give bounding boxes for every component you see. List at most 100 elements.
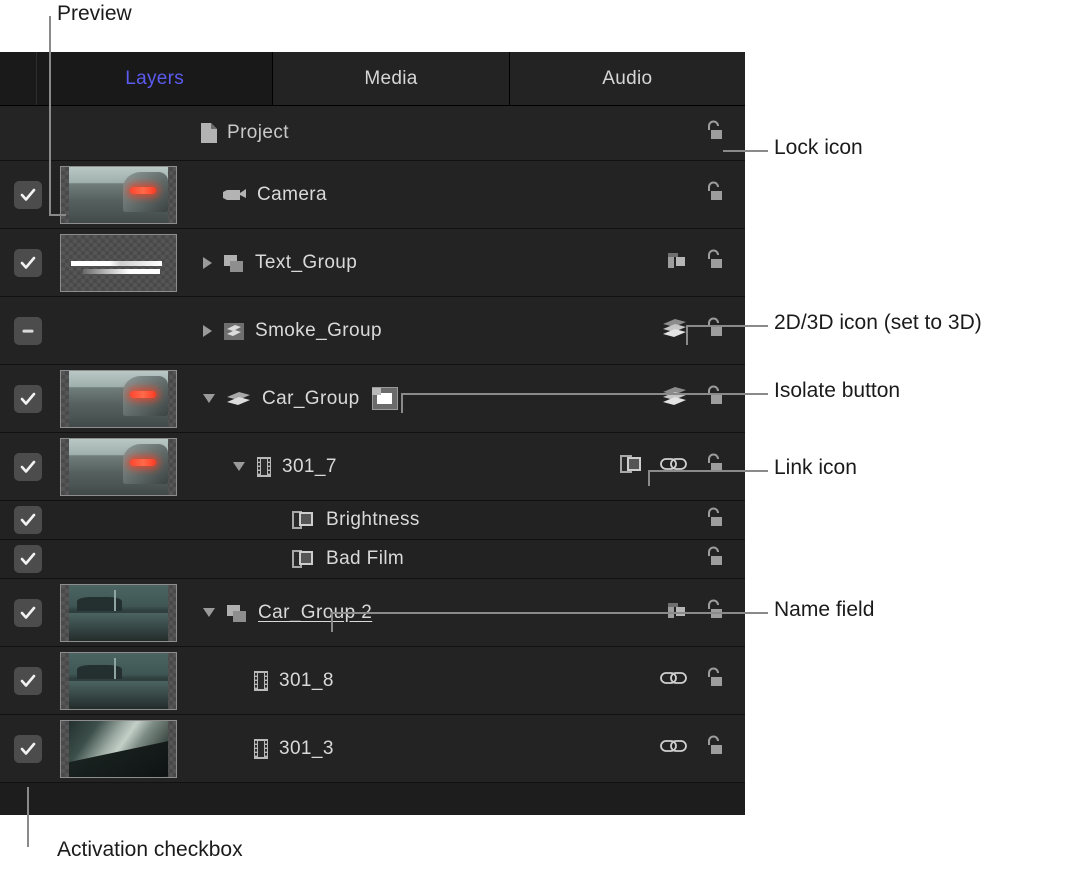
row-icons bbox=[607, 735, 745, 762]
activation-checkbox[interactable] bbox=[14, 385, 42, 413]
disclosure-triangle-expanded[interactable] bbox=[233, 462, 245, 471]
annotation-leader-isolate-h bbox=[401, 393, 768, 395]
tab-audio-label: Audio bbox=[602, 68, 652, 90]
group-3d-icon bbox=[222, 320, 246, 342]
activation-checkbox[interactable] bbox=[14, 181, 42, 209]
preview-cell bbox=[56, 234, 181, 292]
layer-preview-thumbnail[interactable] bbox=[60, 166, 177, 224]
annotation-label-activation: Activation checkbox bbox=[57, 838, 243, 862]
unlock-icon[interactable] bbox=[703, 317, 727, 344]
layer-row-301-3[interactable]: 301_3 bbox=[0, 715, 745, 783]
checkbox-cell bbox=[0, 317, 56, 345]
layer-row-brightness[interactable]: Brightness bbox=[0, 501, 745, 540]
filter-stack-icon[interactable] bbox=[619, 452, 645, 481]
filmstrip-icon bbox=[252, 670, 270, 692]
layer-row-project[interactable]: Project bbox=[0, 106, 745, 161]
layer-preview-thumbnail[interactable] bbox=[60, 438, 177, 496]
layer-name[interactable]: Car_Group bbox=[262, 388, 360, 410]
3d-icon[interactable] bbox=[661, 385, 689, 412]
row-icons bbox=[607, 120, 745, 147]
3d-icon[interactable] bbox=[661, 317, 689, 344]
layers-panel: Layers Media Audio Project bbox=[0, 52, 745, 815]
checkbox-cell bbox=[0, 506, 56, 534]
activation-checkbox[interactable] bbox=[14, 545, 42, 573]
link-icon[interactable] bbox=[659, 455, 689, 478]
layer-row-smoke-group[interactable]: Smoke_Group bbox=[0, 297, 745, 365]
disclosure-triangle-expanded[interactable] bbox=[203, 608, 215, 617]
layer-name[interactable]: Smoke_Group bbox=[255, 320, 382, 342]
preview-cell bbox=[56, 584, 181, 642]
layer-preview-thumbnail[interactable] bbox=[60, 584, 177, 642]
name-cell: Bad Film bbox=[181, 547, 607, 571]
disclosure-triangle-expanded[interactable] bbox=[203, 394, 215, 403]
checkbox-cell bbox=[0, 735, 56, 763]
annotation-leader-lock bbox=[723, 150, 768, 152]
layer-preview-thumbnail[interactable] bbox=[60, 370, 177, 428]
row-icons bbox=[607, 317, 745, 344]
disclosure-triangle-collapsed[interactable] bbox=[203, 325, 212, 337]
isolate-button[interactable] bbox=[372, 387, 398, 410]
activation-checkbox[interactable] bbox=[14, 453, 42, 481]
layer-name[interactable]: 301_7 bbox=[282, 456, 337, 478]
layer-preview-thumbnail[interactable] bbox=[60, 234, 177, 292]
checkbox-cell bbox=[0, 181, 56, 209]
link-icon[interactable] bbox=[659, 669, 689, 692]
layer-name[interactable]: 301_3 bbox=[279, 738, 334, 760]
unlock-icon[interactable] bbox=[703, 249, 727, 276]
preview-image bbox=[69, 371, 168, 427]
tab-media[interactable]: Media bbox=[273, 52, 509, 105]
layer-row-bad-film[interactable]: Bad Film bbox=[0, 540, 745, 579]
name-cell: Text_Group bbox=[181, 252, 607, 274]
layer-name[interactable]: Bad Film bbox=[326, 548, 404, 570]
unlock-icon[interactable] bbox=[703, 181, 727, 208]
activation-checkbox[interactable] bbox=[14, 667, 42, 695]
layer-name[interactable]: Text_Group bbox=[255, 252, 357, 274]
annotation-leader-namefield-h bbox=[331, 612, 768, 614]
link-icon[interactable] bbox=[659, 737, 689, 760]
screenshot-root: Layers Media Audio Project bbox=[0, 0, 1072, 880]
name-cell: 301_3 bbox=[181, 738, 607, 760]
unlock-icon[interactable] bbox=[703, 453, 727, 480]
group-2d-icon bbox=[222, 252, 246, 274]
unlock-icon[interactable] bbox=[703, 385, 727, 412]
annotation-label-link: Link icon bbox=[774, 456, 857, 480]
disclosure-triangle-collapsed[interactable] bbox=[203, 257, 212, 269]
layer-row-text-group[interactable]: Text_Group bbox=[0, 229, 745, 297]
tab-layers[interactable]: Layers bbox=[37, 52, 273, 105]
activation-checkbox[interactable] bbox=[14, 599, 42, 627]
2d-icon[interactable] bbox=[665, 249, 689, 276]
checkbox-cell bbox=[0, 599, 56, 627]
tab-layers-label: Layers bbox=[125, 68, 184, 90]
layer-name[interactable]: Camera bbox=[257, 184, 327, 206]
annotation-label-isolate: Isolate button bbox=[774, 379, 900, 403]
row-icons bbox=[607, 249, 745, 276]
unlock-icon[interactable] bbox=[703, 120, 727, 147]
layer-preview-thumbnail[interactable] bbox=[60, 720, 177, 778]
camera-icon bbox=[222, 186, 248, 204]
unlock-icon[interactable] bbox=[703, 735, 727, 762]
activation-checkbox-mixed[interactable] bbox=[14, 317, 42, 345]
unlock-icon[interactable] bbox=[703, 507, 727, 534]
checkbox-cell bbox=[0, 385, 56, 413]
filmstrip-icon bbox=[255, 456, 273, 478]
activation-checkbox[interactable] bbox=[14, 249, 42, 277]
layer-row-car-group[interactable]: Car_Group bbox=[0, 365, 745, 433]
row-icons bbox=[607, 452, 745, 481]
layer-row-301-8[interactable]: 301_8 bbox=[0, 647, 745, 715]
layer-row-camera[interactable]: Camera bbox=[0, 161, 745, 229]
name-cell: Brightness bbox=[181, 508, 607, 532]
activation-checkbox[interactable] bbox=[14, 735, 42, 763]
unlock-icon[interactable] bbox=[703, 546, 727, 573]
layer-name[interactable]: 301_8 bbox=[279, 670, 334, 692]
activation-checkbox[interactable] bbox=[14, 506, 42, 534]
preview-cell bbox=[56, 652, 181, 710]
tab-audio[interactable]: Audio bbox=[510, 52, 745, 105]
annotation-label-namefield: Name field bbox=[774, 598, 874, 622]
layer-name[interactable]: Project bbox=[227, 122, 289, 144]
layer-preview-thumbnail[interactable] bbox=[60, 652, 177, 710]
name-cell: 301_7 bbox=[181, 456, 607, 478]
preview-image bbox=[69, 653, 168, 709]
layer-row-301-7[interactable]: 301_7 bbox=[0, 433, 745, 501]
unlock-icon[interactable] bbox=[703, 667, 727, 694]
layer-name[interactable]: Brightness bbox=[326, 509, 420, 531]
